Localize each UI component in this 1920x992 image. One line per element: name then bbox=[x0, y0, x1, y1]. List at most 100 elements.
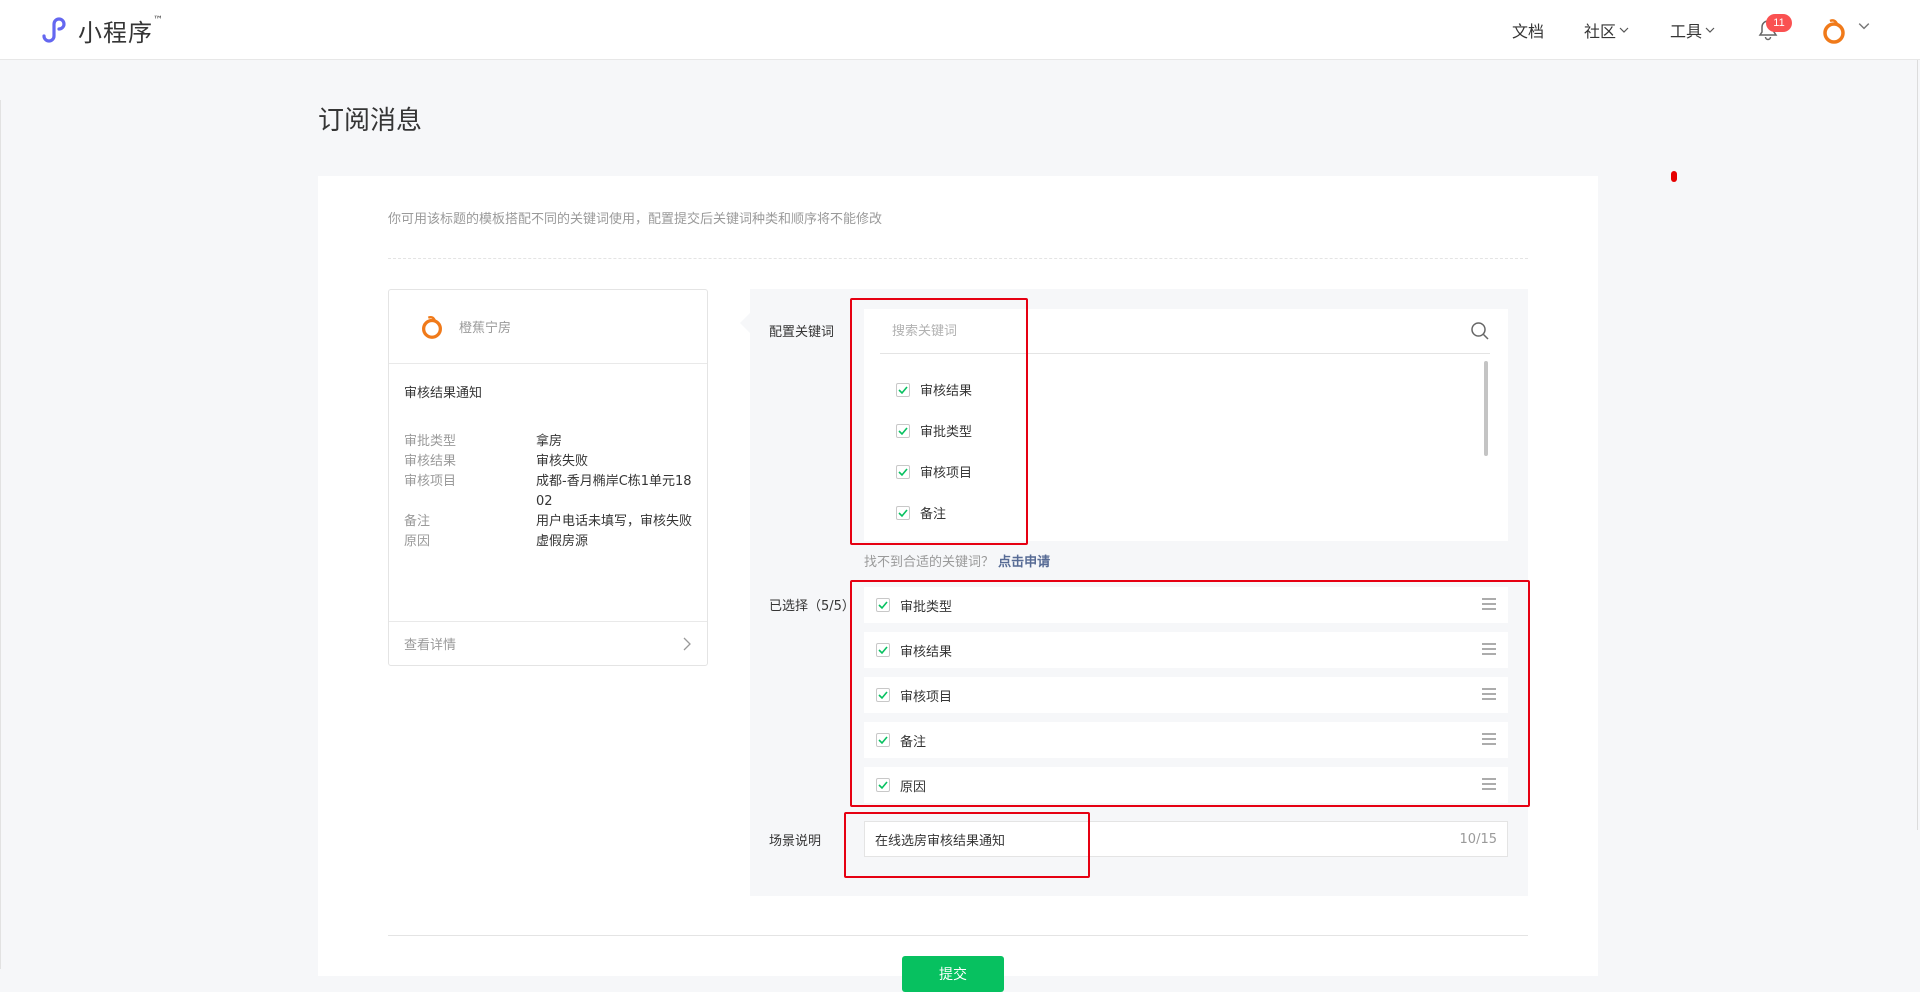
keyword-list-scrollbar[interactable] bbox=[1484, 361, 1488, 456]
preview-field-row: 审批类型 拿房 bbox=[404, 432, 699, 452]
preview-field-label: 审批类型 bbox=[404, 434, 457, 449]
keyword-options: 审核结果 审批类型 审核项目 备注 bbox=[896, 369, 972, 533]
check-icon bbox=[878, 736, 888, 745]
drag-handle-icon[interactable] bbox=[1482, 778, 1496, 790]
preview-field-value: 虚假房源 bbox=[536, 534, 589, 549]
keyword-option[interactable]: 审核结果 bbox=[896, 369, 972, 410]
check-icon bbox=[878, 781, 888, 790]
preview-brand-name: 橙蕉宁房 bbox=[459, 321, 512, 336]
logo-trademark: ™ bbox=[153, 14, 163, 26]
keyword-option-label: 备注 bbox=[920, 507, 947, 522]
nav-docs-label: 文档 bbox=[1512, 22, 1545, 41]
selected-keyword-checkbox[interactable] bbox=[876, 598, 890, 612]
view-details-link[interactable]: 查看详情 bbox=[389, 621, 707, 665]
dashed-divider bbox=[388, 258, 1528, 259]
preview-header: 橙蕉宁房 bbox=[389, 290, 707, 364]
top-header: 小程序 ™ 文档 社区 工具 11 bbox=[0, 0, 1920, 60]
keyword-config-panel: 配置关键词 审核结果 审批类型 审 bbox=[740, 289, 1528, 896]
keyword-option[interactable]: 审批类型 bbox=[896, 410, 972, 451]
selected-keyword-item[interactable]: 原因 bbox=[864, 767, 1508, 803]
selected-keyword-item[interactable]: 审核项目 bbox=[864, 677, 1508, 713]
keyword-option-label: 审核结果 bbox=[920, 384, 973, 399]
nav-docs[interactable]: 文档 bbox=[1512, 0, 1544, 60]
keyword-search-input[interactable] bbox=[880, 323, 1470, 339]
keyword-hint-text: 找不到合适的关键词？ bbox=[864, 555, 995, 570]
page-title: 订阅消息 bbox=[318, 106, 423, 136]
preview-field-value: 审核失败 bbox=[536, 454, 589, 469]
keyword-config-label: 配置关键词 bbox=[769, 325, 835, 340]
keyword-option-label: 审批类型 bbox=[920, 425, 973, 440]
left-divider bbox=[0, 100, 1, 969]
preview-field-value: 成都-香月椭岸C栋1单元1802 bbox=[536, 474, 692, 509]
chevron-right-icon bbox=[683, 637, 691, 650]
main-card: 你可用该标题的模板搭配不同的关键词使用，配置提交后关键词种类和顺序将不能修改 橙… bbox=[318, 176, 1598, 992]
keyword-checkbox[interactable] bbox=[896, 423, 910, 438]
notification-badge: 11 bbox=[1766, 14, 1792, 32]
nav-community-label: 社区 bbox=[1584, 22, 1617, 41]
selected-keyword-checkbox[interactable] bbox=[876, 778, 890, 792]
selected-keyword-label: 审核结果 bbox=[900, 644, 953, 660]
scene-char-count: 10/15 bbox=[1459, 831, 1497, 847]
drag-handle-icon[interactable] bbox=[1482, 688, 1496, 700]
selected-keyword-checkbox[interactable] bbox=[876, 643, 890, 657]
selected-keyword-checkbox[interactable] bbox=[876, 733, 890, 747]
scene-description-input[interactable]: 在线选房审核结果通知 10/15 bbox=[864, 821, 1508, 857]
drag-handle-icon[interactable] bbox=[1482, 733, 1496, 745]
scene-description-label: 场景说明 bbox=[769, 834, 822, 849]
brand-logo-icon bbox=[422, 315, 442, 339]
selected-keyword-item[interactable]: 审批类型 bbox=[864, 587, 1508, 623]
preview-field-label: 审核项目 bbox=[404, 474, 457, 489]
account-menu-chevron-icon[interactable] bbox=[1858, 20, 1870, 32]
drag-handle-icon[interactable] bbox=[1482, 643, 1496, 655]
selected-keywords-list: 审批类型 审核结果 审核项目 备注 原因 bbox=[864, 587, 1508, 812]
keyword-hint: 找不到合适的关键词？ 点击申请 bbox=[864, 551, 1050, 570]
apply-keyword-link[interactable]: 点击申请 bbox=[998, 555, 1050, 570]
drag-handle-icon[interactable] bbox=[1482, 598, 1496, 610]
preview-field-row: 审核结果 审核失败 bbox=[404, 452, 699, 472]
scene-description-value: 在线选房审核结果通知 bbox=[875, 833, 1006, 849]
selected-keyword-label: 审核项目 bbox=[900, 689, 953, 705]
nav-tools[interactable]: 工具 bbox=[1670, 0, 1715, 60]
panel-arrow bbox=[740, 313, 750, 333]
selected-keyword-label: 备注 bbox=[900, 734, 927, 750]
right-scrollbar-edge bbox=[1917, 60, 1918, 830]
view-details-label: 查看详情 bbox=[404, 638, 457, 653]
preview-fields: 审批类型 拿房 审核结果 审核失败 审核项目 成都-香月椭岸C栋1单元1802 … bbox=[404, 432, 699, 552]
preview-field-label: 原因 bbox=[404, 534, 431, 549]
keyword-checkbox[interactable] bbox=[896, 505, 910, 520]
logo[interactable]: 小程序 ™ bbox=[38, 12, 163, 48]
check-icon bbox=[898, 385, 908, 394]
preview-field-row: 审核项目 成都-香月椭岸C栋1单元1802 bbox=[404, 472, 699, 512]
preview-field-value: 用户电话未填写，审核失败 bbox=[536, 514, 693, 529]
preview-title: 审核结果通知 bbox=[404, 386, 483, 401]
selected-keyword-item[interactable]: 审核结果 bbox=[864, 632, 1508, 668]
selected-keyword-label: 审批类型 bbox=[900, 599, 953, 615]
preview-field-row: 备注 用户电话未填写，审核失败 bbox=[404, 512, 699, 532]
logo-text: 小程序 bbox=[78, 18, 153, 47]
preview-field-value: 拿房 bbox=[536, 434, 563, 449]
keyword-option[interactable]: 备注 bbox=[896, 492, 972, 533]
miniprogram-logo-icon bbox=[42, 17, 66, 43]
keyword-checkbox[interactable] bbox=[896, 464, 910, 479]
selected-keyword-label: 原因 bbox=[900, 779, 927, 795]
check-icon bbox=[878, 691, 888, 700]
search-icon[interactable] bbox=[1470, 321, 1490, 341]
submit-button[interactable]: 提交 bbox=[902, 956, 1004, 992]
nav-tools-label: 工具 bbox=[1670, 22, 1703, 41]
keyword-checkbox[interactable] bbox=[896, 382, 910, 397]
keyword-option[interactable]: 审核项目 bbox=[896, 451, 972, 492]
preview-field-label: 审核结果 bbox=[404, 454, 457, 469]
check-icon bbox=[898, 426, 908, 435]
check-icon bbox=[898, 508, 908, 517]
selected-keyword-checkbox[interactable] bbox=[876, 688, 890, 702]
check-icon bbox=[898, 467, 908, 476]
config-tip: 你可用该标题的模板搭配不同的关键词使用，配置提交后关键词种类和顺序将不能修改 bbox=[388, 212, 883, 227]
preview-field-row: 原因 虚假房源 bbox=[404, 532, 699, 552]
chevron-down-icon bbox=[1705, 27, 1715, 33]
user-avatar[interactable] bbox=[1820, 17, 1848, 45]
keyword-option-label: 审核项目 bbox=[920, 466, 973, 481]
nav-community[interactable]: 社区 bbox=[1584, 0, 1629, 60]
selected-keyword-item[interactable]: 备注 bbox=[864, 722, 1508, 758]
check-icon bbox=[878, 646, 888, 655]
message-preview-card: 橙蕉宁房 审核结果通知 审批类型 拿房 审核结果 审核失败 审核项目 成都-香月… bbox=[388, 289, 708, 666]
